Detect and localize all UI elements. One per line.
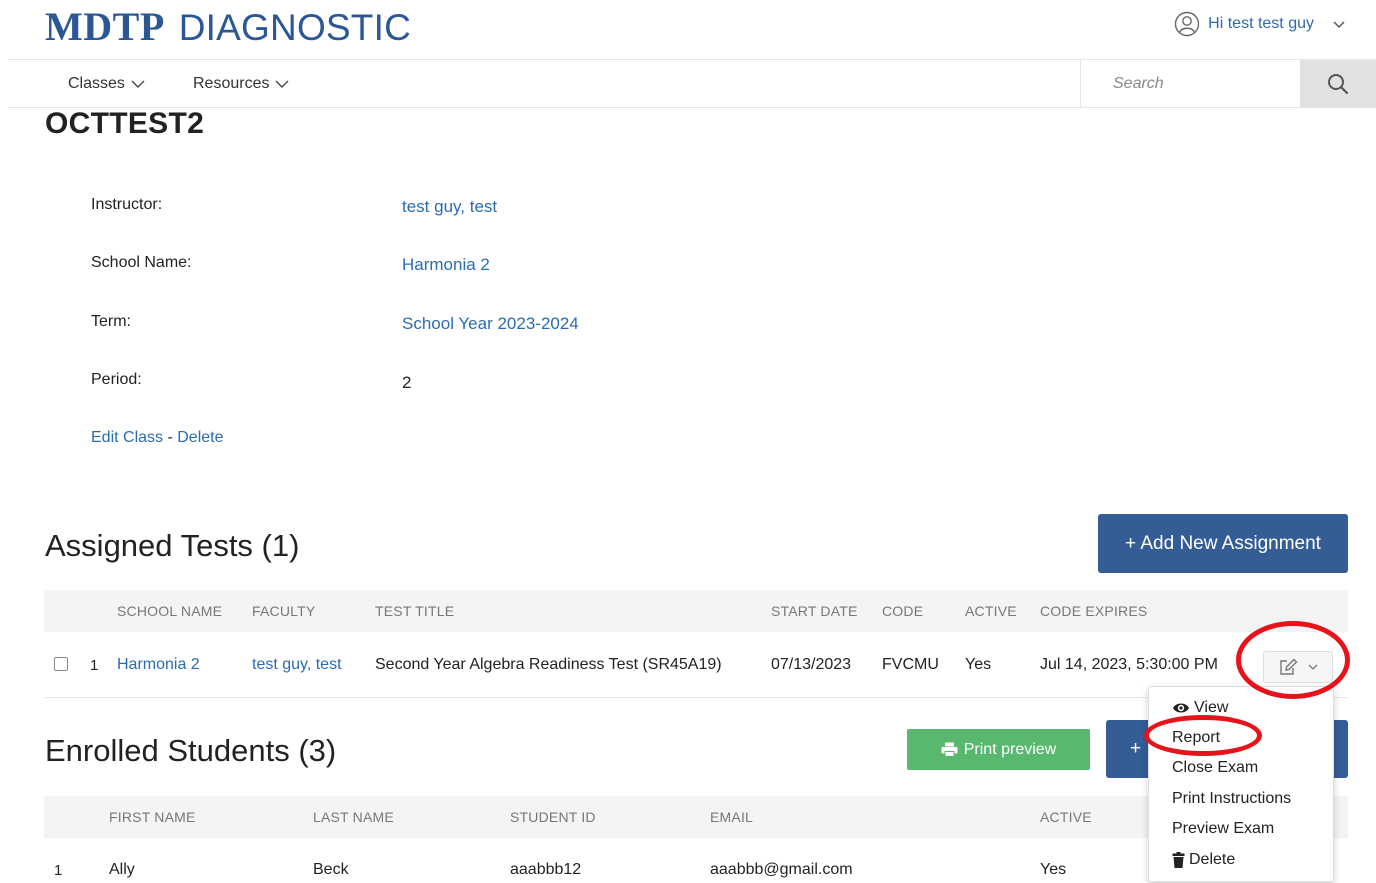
- student-email: aaabbb@gmail.com: [710, 861, 853, 878]
- row-active: Yes: [965, 656, 992, 673]
- col-start-date[interactable]: START DATE: [771, 590, 858, 632]
- col-email[interactable]: EMAIL: [710, 796, 753, 838]
- user-circle-icon: [1174, 11, 1200, 37]
- col-last-name[interactable]: LAST NAME: [313, 796, 394, 838]
- edit-class-link[interactable]: Edit Class: [91, 429, 163, 446]
- assigned-tests-heading: Assigned Tests (1): [45, 528, 300, 563]
- print-preview-label: Print preview: [963, 740, 1057, 758]
- row-test-title: Second Year Algebra Readiness Test (SR45…: [375, 656, 722, 673]
- page-title: OCTTEST2: [45, 107, 205, 140]
- nav-classes-label: Classes: [68, 74, 125, 92]
- chevron-down-icon: [1308, 664, 1318, 670]
- instructor-link[interactable]: test guy, test: [402, 197, 497, 217]
- link-separator: -: [163, 429, 178, 446]
- trash-icon: [1172, 852, 1185, 868]
- menu-item-view-label: View: [1194, 699, 1229, 716]
- col-code-expires[interactable]: CODE EXPIRES: [1040, 590, 1147, 632]
- menu-item-delete-label: Delete: [1189, 851, 1236, 868]
- period-value: 2: [402, 373, 412, 392]
- row-school-name-link[interactable]: Harmonia 2: [117, 632, 200, 698]
- search-button[interactable]: [1300, 60, 1376, 107]
- printer-icon: [941, 742, 958, 757]
- chevron-down-icon: [131, 80, 145, 88]
- assigned-tests-table-header: SCHOOL NAME FACULTY TEST TITLE START DAT…: [44, 590, 1348, 632]
- menu-item-preview-exam[interactable]: Preview Exam: [1172, 816, 1274, 842]
- user-greeting[interactable]: Hi test test guy: [1208, 15, 1314, 33]
- row-actions-menu: View Report Close Exam Print Instruction…: [1148, 686, 1334, 882]
- search-input[interactable]: Search: [1080, 60, 1300, 107]
- print-preview-button[interactable]: Print preview: [907, 729, 1090, 770]
- student-id: aaabbb12: [510, 861, 582, 878]
- student-row-index: 1: [54, 861, 63, 879]
- col-school-name[interactable]: SCHOOL NAME: [117, 590, 222, 632]
- edit-icon: [1280, 658, 1298, 675]
- nav-resources[interactable]: Resources: [193, 60, 289, 107]
- brand-logo[interactable]: MDTP DIAGNOSTIC: [45, 3, 411, 51]
- col-test-title[interactable]: TEST TITLE: [375, 590, 454, 632]
- school-name-label: School Name:: [91, 254, 192, 271]
- student-active: Yes: [1040, 861, 1067, 878]
- class-actions: Edit Class - Delete: [91, 429, 224, 447]
- col-code[interactable]: CODE: [882, 590, 923, 632]
- menu-item-print-instructions[interactable]: Print Instructions: [1172, 786, 1291, 812]
- menu-item-delete[interactable]: Delete: [1172, 847, 1235, 873]
- instructor-label: Instructor:: [91, 196, 163, 213]
- col-active[interactable]: ACTIVE: [965, 590, 1017, 632]
- col-faculty[interactable]: FACULTY: [252, 590, 315, 632]
- col-student-id[interactable]: STUDENT ID: [510, 796, 596, 838]
- row-start-date: 07/13/2023: [771, 656, 852, 673]
- delete-class-link[interactable]: Delete: [177, 429, 223, 446]
- user-menu[interactable]: Hi test test guy: [1174, 10, 1346, 38]
- eye-icon: [1173, 703, 1189, 713]
- row-actions-dropdown-button[interactable]: [1263, 651, 1333, 683]
- term-label: Term:: [91, 313, 131, 330]
- col-first-name[interactable]: FIRST NAME: [109, 796, 196, 838]
- student-first-name: Ally: [109, 861, 135, 878]
- nav-classes[interactable]: Classes: [68, 60, 145, 107]
- menu-item-close-exam[interactable]: Close Exam: [1172, 755, 1258, 781]
- brand-diagnostic-text: DIAGNOSTIC: [178, 7, 412, 48]
- row-select-checkbox[interactable]: [54, 657, 68, 671]
- col-student-active[interactable]: ACTIVE: [1040, 796, 1092, 838]
- brand-mdtp-text: MDTP: [45, 4, 165, 49]
- enrolled-students-heading: Enrolled Students (3): [45, 733, 337, 768]
- nav-resources-label: Resources: [193, 74, 270, 92]
- student-last-name: Beck: [313, 861, 349, 878]
- add-new-assignment-button[interactable]: + Add New Assignment: [1098, 514, 1348, 573]
- menu-item-view[interactable]: View: [1172, 695, 1228, 721]
- add-student-plus: +: [1130, 738, 1142, 759]
- school-name-link[interactable]: Harmonia 2: [402, 255, 490, 275]
- row-index: 1: [90, 656, 99, 674]
- term-link[interactable]: School Year 2023-2024: [402, 314, 579, 334]
- chevron-down-icon[interactable]: [1332, 17, 1346, 31]
- main-navbar: Classes Resources Search: [8, 59, 1376, 108]
- period-label: Period:: [91, 371, 142, 388]
- search-icon: [1328, 73, 1349, 94]
- chevron-down-icon: [275, 80, 289, 88]
- row-faculty-link[interactable]: test guy, test: [252, 632, 342, 698]
- row-code: FVCMU: [882, 656, 939, 673]
- menu-item-report[interactable]: Report: [1172, 725, 1220, 751]
